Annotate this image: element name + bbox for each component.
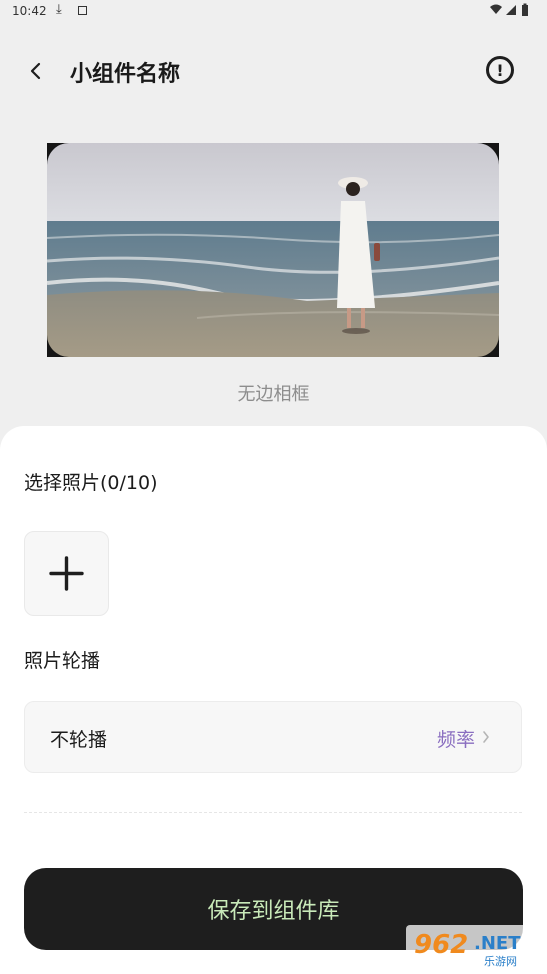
settings-sheet: 选择照片(0/10) 照片轮播 不轮播 频率 保存到组件库 [0,426,547,974]
photo-section-title: 选择照片(0/10) [24,472,158,494]
chevron-left-icon [30,62,41,80]
carousel-value: 不轮播 [50,729,108,751]
divider [24,812,522,813]
preview-photo [47,143,499,357]
watermark-number: 962 [414,930,468,960]
widget-preview [47,143,499,357]
carousel-setting-row[interactable]: 不轮播 频率 [24,701,522,773]
watermark-suffix: .NET [474,933,521,954]
info-button[interactable]: ! [486,56,514,84]
carousel-section-title: 照片轮播 [24,650,101,672]
battery-icon [522,5,528,16]
watermark-subtitle: 乐游网 [484,955,517,968]
add-photo-button[interactable] [24,531,109,616]
frame-style-label: 无边相框 [237,384,310,405]
download-icon: ⤓ [56,2,62,17]
site-watermark-logo: 962 .NET 乐游网 [406,925,542,969]
page-title: 小组件名称 [70,62,181,87]
beach-photo-illustration [47,143,499,357]
chevron-right-icon [483,731,489,743]
exclamation-icon: ! [496,60,504,80]
frequency-label[interactable]: 频率 [437,725,475,752]
a-icon [78,6,87,15]
signal-icon [506,5,516,15]
plus-icon [49,556,84,591]
back-button[interactable] [26,58,46,84]
system-status-icons [490,3,528,16]
wifi-icon [490,4,502,14]
status-bar: 10:42 ⤓ [0,0,547,22]
status-time: 10:42 [12,4,47,18]
